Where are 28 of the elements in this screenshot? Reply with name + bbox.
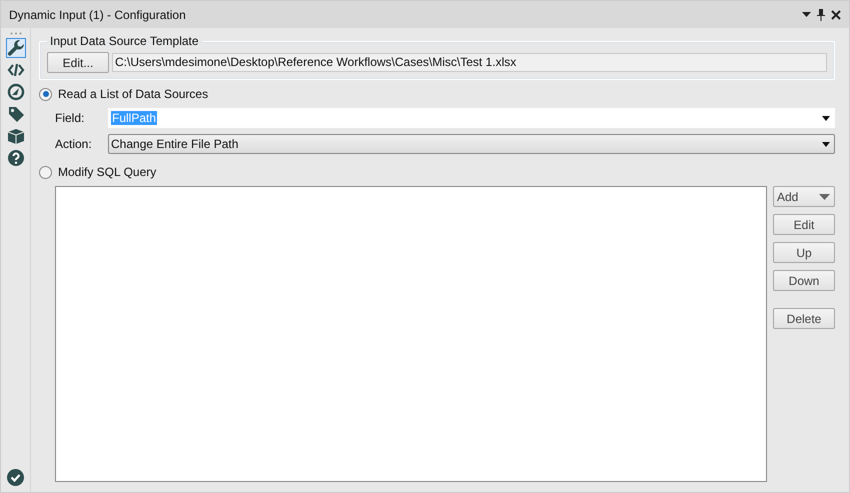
radio-label[interactable]: Modify SQL Query xyxy=(58,165,156,179)
sql-button[interactable]: Edit xyxy=(773,214,835,235)
caret-icon xyxy=(819,194,830,200)
caret-icon xyxy=(822,116,830,120)
sql-button[interactable]: Down xyxy=(773,270,835,291)
edit-button[interactable]: Edit... xyxy=(47,52,109,73)
radio-button[interactable] xyxy=(39,166,52,178)
wrench-icon[interactable] xyxy=(6,38,26,58)
action-label: Action: xyxy=(55,137,93,151)
action-dropdown[interactable]: Change Entire File Path xyxy=(108,134,835,154)
close-icon[interactable] xyxy=(831,10,841,20)
radio-button[interactable] xyxy=(39,88,52,100)
window-title: Dynamic Input (1) - Configuration xyxy=(9,8,186,22)
path-field[interactable]: C:\Users\mdesimone\Desktop\Reference Workflows\Cases\Misc\Test 1.xlsx xyxy=(112,53,827,72)
compass-icon[interactable] xyxy=(6,82,26,102)
sql-button[interactable]: Delete xyxy=(773,308,835,329)
radio-label[interactable]: Read a List of Data Sources xyxy=(58,87,208,101)
sql-button[interactable]: Up xyxy=(773,242,835,263)
pin-icon[interactable] xyxy=(817,8,825,20)
grip-icon xyxy=(10,32,22,35)
group-title: Input Data Source Template xyxy=(49,34,200,48)
add-dropdown[interactable]: Add xyxy=(773,186,835,207)
caret-icon xyxy=(822,142,830,146)
dropdown-icon[interactable] xyxy=(802,12,811,18)
checkmark-icon[interactable] xyxy=(7,469,24,486)
box-icon[interactable] xyxy=(6,126,26,146)
help-icon[interactable] xyxy=(6,148,26,168)
field-label: Field: xyxy=(55,111,86,125)
